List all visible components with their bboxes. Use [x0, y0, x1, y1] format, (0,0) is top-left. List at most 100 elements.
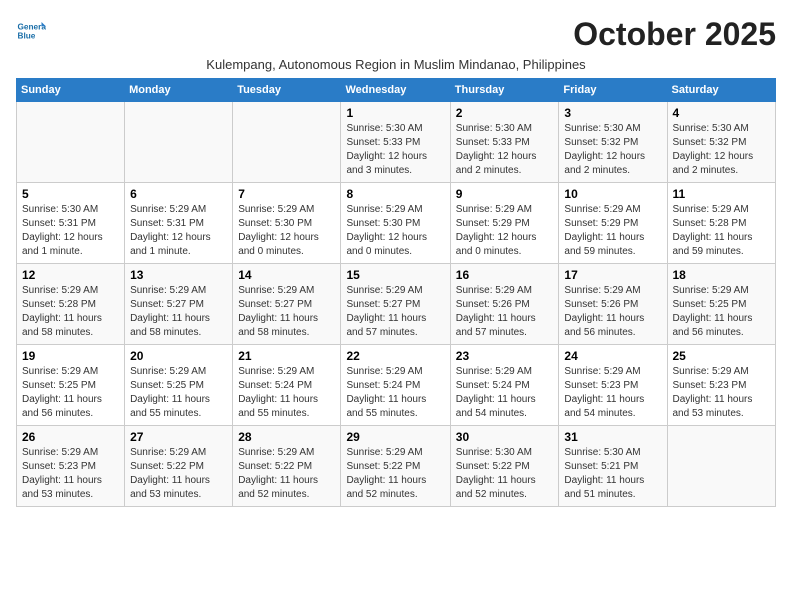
week-row-0: 1 Sunrise: 5:30 AM Sunset: 5:33 PM Daylig…: [17, 102, 776, 183]
day-info: Sunrise: 5:29 AM Sunset: 5:22 PM Dayligh…: [130, 446, 227, 502]
day-cell: 23Sunrise: 5:29 AM Sunset: 5:24 PM Dayli…: [450, 345, 559, 426]
day-cell: [17, 102, 125, 183]
day-info: Sunrise: 5:29 AM Sunset: 5:28 PM Dayligh…: [673, 203, 771, 259]
calendar-body: 1 Sunrise: 5:30 AM Sunset: 5:33 PM Daylig…: [17, 102, 776, 507]
day-info: Sunrise: 5:29 AM Sunset: 5:23 PM Dayligh…: [22, 446, 119, 502]
day-cell: [125, 102, 233, 183]
day-cell: 27 Sunrise: 5:29 AM Sunset: 5:22 PM Dayli…: [125, 426, 233, 507]
header-wednesday: Wednesday: [341, 79, 450, 102]
day-cell: 6 Sunrise: 5:29 AM Sunset: 5:31 PM Daylig…: [125, 183, 233, 264]
day-cell: 1 Sunrise: 5:30 AM Sunset: 5:33 PM Daylig…: [341, 102, 450, 183]
day-number: 12: [22, 268, 119, 282]
day-number: 19: [22, 349, 119, 363]
day-number: 5: [22, 187, 119, 201]
day-number: 24: [564, 349, 661, 363]
header-thursday: Thursday: [450, 79, 559, 102]
day-number: 17: [564, 268, 661, 282]
day-info: Sunrise: 5:30 AM Sunset: 5:33 PM Dayligh…: [456, 122, 554, 178]
day-info: Sunrise: 5:30 AM Sunset: 5:22 PM Dayligh…: [456, 446, 554, 502]
day-number: 14: [238, 268, 335, 282]
day-cell: 16 Sunrise: 5:29 AM Sunset: 5:26 PM Dayli…: [450, 264, 559, 345]
day-cell: 19 Sunrise: 5:29 AM Sunset: 5:25 PM Dayli…: [17, 345, 125, 426]
day-info: Sunrise: 5:29 AM Sunset: 5:29 PM Dayligh…: [564, 203, 661, 259]
day-number: 27: [130, 430, 227, 444]
day-cell: 11Sunrise: 5:29 AM Sunset: 5:28 PM Dayli…: [667, 183, 776, 264]
day-info: Sunrise: 5:30 AM Sunset: 5:32 PM Dayligh…: [564, 122, 661, 178]
day-info: Sunrise: 5:29 AM Sunset: 5:23 PM Dayligh…: [673, 365, 771, 421]
day-info: Sunrise: 5:29 AM Sunset: 5:22 PM Dayligh…: [346, 446, 444, 502]
day-info: Sunrise: 5:29 AM Sunset: 5:27 PM Dayligh…: [346, 284, 444, 340]
day-cell: 17Sunrise: 5:29 AM Sunset: 5:26 PM Dayli…: [559, 264, 667, 345]
day-number: 16: [456, 268, 554, 282]
day-cell: 13 Sunrise: 5:29 AM Sunset: 5:27 PM Dayli…: [125, 264, 233, 345]
day-number: 8: [346, 187, 444, 201]
day-cell: 22 Sunrise: 5:29 AM Sunset: 5:24 PM Dayli…: [341, 345, 450, 426]
day-cell: 20 Sunrise: 5:29 AM Sunset: 5:25 PM Dayli…: [125, 345, 233, 426]
day-cell: 10 Sunrise: 5:29 AM Sunset: 5:29 PM Dayli…: [559, 183, 667, 264]
day-number: 29: [346, 430, 444, 444]
day-cell: 3 Sunrise: 5:30 AM Sunset: 5:32 PM Daylig…: [559, 102, 667, 183]
day-number: 18: [673, 268, 771, 282]
day-number: 22: [346, 349, 444, 363]
day-cell: 5 Sunrise: 5:30 AM Sunset: 5:31 PM Daylig…: [17, 183, 125, 264]
day-info: Sunrise: 5:29 AM Sunset: 5:25 PM Dayligh…: [673, 284, 771, 340]
day-cell: 8Sunrise: 5:29 AM Sunset: 5:30 PM Daylig…: [341, 183, 450, 264]
calendar-table: SundayMondayTuesdayWednesdayThursdayFrid…: [16, 78, 776, 507]
day-info: Sunrise: 5:30 AM Sunset: 5:33 PM Dayligh…: [346, 122, 444, 178]
day-number: 4: [673, 106, 771, 120]
day-info: Sunrise: 5:30 AM Sunset: 5:31 PM Dayligh…: [22, 203, 119, 259]
day-number: 23: [456, 349, 554, 363]
day-number: 1: [346, 106, 444, 120]
logo-icon: General Blue: [16, 16, 46, 46]
day-cell: 31Sunrise: 5:30 AM Sunset: 5:21 PM Dayli…: [559, 426, 667, 507]
day-info: Sunrise: 5:29 AM Sunset: 5:25 PM Dayligh…: [130, 365, 227, 421]
day-number: 20: [130, 349, 227, 363]
day-number: 13: [130, 268, 227, 282]
week-row-2: 12 Sunrise: 5:29 AM Sunset: 5:28 PM Dayli…: [17, 264, 776, 345]
day-cell: 12 Sunrise: 5:29 AM Sunset: 5:28 PM Dayli…: [17, 264, 125, 345]
header-friday: Friday: [559, 79, 667, 102]
day-number: 10: [564, 187, 661, 201]
month-title: October 2025: [573, 16, 776, 53]
day-info: Sunrise: 5:29 AM Sunset: 5:24 PM Dayligh…: [238, 365, 335, 421]
day-cell: 28 Sunrise: 5:29 AM Sunset: 5:22 PM Dayli…: [233, 426, 341, 507]
day-cell: 4 Sunrise: 5:30 AM Sunset: 5:32 PM Daylig…: [667, 102, 776, 183]
day-number: 21: [238, 349, 335, 363]
day-cell: 15 Sunrise: 5:29 AM Sunset: 5:27 PM Dayli…: [341, 264, 450, 345]
day-info: Sunrise: 5:30 AM Sunset: 5:32 PM Dayligh…: [673, 122, 771, 178]
day-number: 30: [456, 430, 554, 444]
header-saturday: Saturday: [667, 79, 776, 102]
calendar-header-row: SundayMondayTuesdayWednesdayThursdayFrid…: [17, 79, 776, 102]
day-number: 15: [346, 268, 444, 282]
day-info: Sunrise: 5:29 AM Sunset: 5:26 PM Dayligh…: [456, 284, 554, 340]
day-cell: 29 Sunrise: 5:29 AM Sunset: 5:22 PM Dayli…: [341, 426, 450, 507]
logo: General Blue: [16, 16, 50, 46]
day-number: 6: [130, 187, 227, 201]
day-info: Sunrise: 5:29 AM Sunset: 5:29 PM Dayligh…: [456, 203, 554, 259]
month-title-section: October 2025: [573, 16, 776, 53]
day-info: Sunrise: 5:29 AM Sunset: 5:23 PM Dayligh…: [564, 365, 661, 421]
week-row-1: 5 Sunrise: 5:30 AM Sunset: 5:31 PM Daylig…: [17, 183, 776, 264]
header-tuesday: Tuesday: [233, 79, 341, 102]
day-number: 28: [238, 430, 335, 444]
day-cell: 2 Sunrise: 5:30 AM Sunset: 5:33 PM Daylig…: [450, 102, 559, 183]
day-number: 7: [238, 187, 335, 201]
day-cell: 18 Sunrise: 5:29 AM Sunset: 5:25 PM Dayli…: [667, 264, 776, 345]
day-cell: 14 Sunrise: 5:29 AM Sunset: 5:27 PM Dayli…: [233, 264, 341, 345]
day-cell: [667, 426, 776, 507]
day-info: Sunrise: 5:29 AM Sunset: 5:22 PM Dayligh…: [238, 446, 335, 502]
day-cell: 26Sunrise: 5:29 AM Sunset: 5:23 PM Dayli…: [17, 426, 125, 507]
day-cell: 7 Sunrise: 5:29 AM Sunset: 5:30 PM Daylig…: [233, 183, 341, 264]
day-cell: 25Sunrise: 5:29 AM Sunset: 5:23 PM Dayli…: [667, 345, 776, 426]
day-info: Sunrise: 5:29 AM Sunset: 5:25 PM Dayligh…: [22, 365, 119, 421]
header-monday: Monday: [125, 79, 233, 102]
day-number: 3: [564, 106, 661, 120]
day-info: Sunrise: 5:29 AM Sunset: 5:27 PM Dayligh…: [238, 284, 335, 340]
day-info: Sunrise: 5:29 AM Sunset: 5:31 PM Dayligh…: [130, 203, 227, 259]
day-info: Sunrise: 5:29 AM Sunset: 5:24 PM Dayligh…: [346, 365, 444, 421]
day-number: 2: [456, 106, 554, 120]
week-row-3: 19 Sunrise: 5:29 AM Sunset: 5:25 PM Dayli…: [17, 345, 776, 426]
day-info: Sunrise: 5:29 AM Sunset: 5:27 PM Dayligh…: [130, 284, 227, 340]
day-info: Sunrise: 5:29 AM Sunset: 5:30 PM Dayligh…: [238, 203, 335, 259]
day-info: Sunrise: 5:29 AM Sunset: 5:28 PM Dayligh…: [22, 284, 119, 340]
